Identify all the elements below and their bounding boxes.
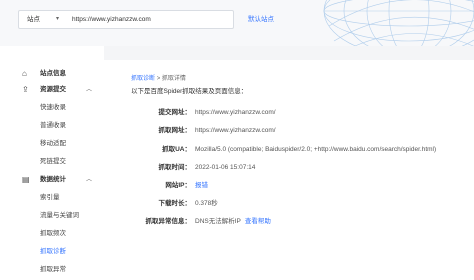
site-type-select[interactable]: 站点 ▾ xyxy=(18,10,65,29)
sidebar-item-crawl-errors[interactable]: 抓取异常 xyxy=(0,262,104,278)
chevron-down-icon: ▾ xyxy=(55,16,59,22)
sidebar-item-fast-index[interactable]: 快速收录 xyxy=(0,100,104,116)
sidebar-item-resource-submit[interactable]: ⇪ 资源提交 ︿ xyxy=(0,82,104,98)
breadcrumb-current: 抓取详情 xyxy=(161,76,186,82)
chevron-up-icon: ︿ xyxy=(86,87,93,93)
site-url-input[interactable]: https://www.yizhanzzw.com xyxy=(64,10,234,29)
globe-decoration-icon xyxy=(323,0,474,46)
detail-row-crawl-ua: 抓取UA： Mozilla/5.0 (compatible; Baiduspid… xyxy=(162,146,437,153)
report-error-link[interactable]: 报错 xyxy=(195,179,208,193)
home-icon: ⌂ xyxy=(22,69,27,78)
sidebar-item-crawl-frequency[interactable]: 抓取频次 xyxy=(0,226,104,242)
main-content: 抓取诊断 > 抓取详情 以下是百度Spider抓取结果及页面信息： 提交网址： … xyxy=(104,60,474,280)
detail-row-submit-url: 提交网址： https://www.yizhanzzw.com/ xyxy=(158,109,276,116)
breadcrumb-parent-link[interactable]: 抓取诊断 xyxy=(131,76,155,82)
detail-row-crawl-url: 抓取网址： https://www.yizhanzzw.com/ xyxy=(158,127,276,134)
view-help-link[interactable]: 查看帮助 xyxy=(245,218,271,225)
intro-text: 以下是百度Spider抓取结果及页面信息： xyxy=(131,88,248,95)
detail-row-site-ip: 网站IP： 报错 xyxy=(104,179,474,193)
sidebar-item-data-stats[interactable]: ▤ 数据统计 ︿ xyxy=(0,172,104,188)
sidebar-item-normal-index[interactable]: 普通收录 xyxy=(0,118,104,134)
sidebar-item-index-volume[interactable]: 索引量 xyxy=(0,190,104,206)
sidebar-item-dead-link[interactable]: 死链提交 xyxy=(0,154,104,170)
detail-row-crawl-error: 抓取异常信息： DNS无法解析IP 查看帮助 xyxy=(145,218,271,225)
sidebar-item-crawl-diagnosis[interactable]: 抓取诊断 xyxy=(0,244,104,260)
upload-icon: ⇪ xyxy=(22,85,29,94)
chevron-up-icon: ︿ xyxy=(86,177,93,183)
sidebar-item-mobile-adapt[interactable]: 移动适配 xyxy=(0,136,104,152)
default-site-link[interactable]: 默认站点 xyxy=(248,13,274,23)
breadcrumb: 抓取诊断 > 抓取详情 xyxy=(131,73,186,82)
sidebar-item-site-info[interactable]: ⌂ 站点信息 xyxy=(0,66,104,82)
breadcrumb-separator: > xyxy=(156,76,161,82)
detail-row-download-time: 下载时长： 0.378秒 xyxy=(158,200,218,207)
sidebar-item-traffic-keywords[interactable]: 流量与关键词 xyxy=(0,208,104,224)
sidebar: ⌂ 站点信息 ⇪ 资源提交 ︿ 快速收录 普通收录 移动适配 死链提交 ▤ 数据… xyxy=(0,46,104,280)
top-bar: 站点 ▾ https://www.yizhanzzw.com 默认站点 xyxy=(0,0,474,46)
detail-row-crawl-time: 抓取时间： 2022-01-06 15:07:14 xyxy=(158,164,256,171)
chart-icon: ▤ xyxy=(22,175,30,184)
